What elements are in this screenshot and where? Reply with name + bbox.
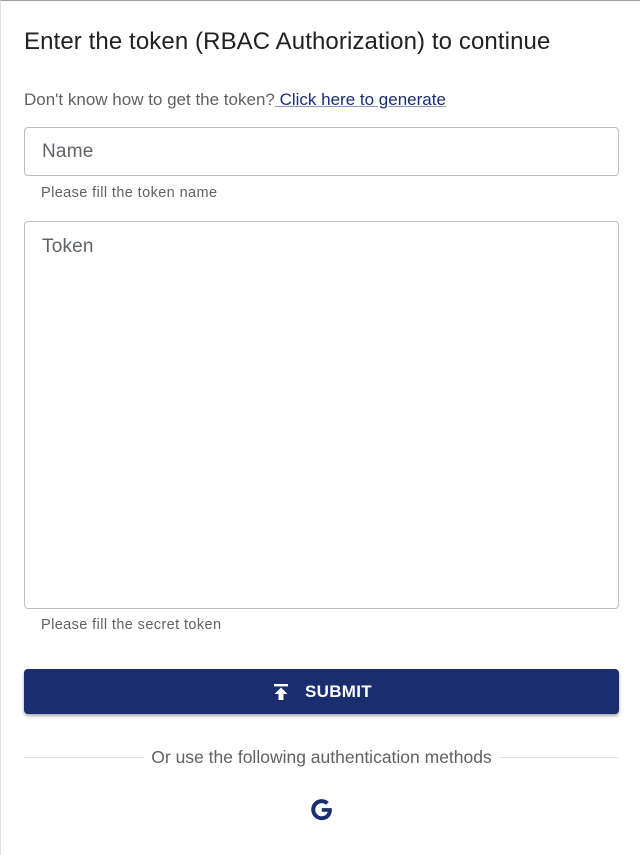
token-helper-text: Please fill the secret token — [41, 617, 222, 633]
help-line: Don't know how to get the token? Click h… — [24, 90, 446, 110]
dialog-title: Enter the token (RBAC Authorization) to … — [24, 28, 551, 55]
google-icon — [310, 798, 332, 820]
name-input[interactable] — [25, 128, 618, 175]
upload-icon — [271, 682, 291, 702]
google-login-button[interactable] — [307, 795, 335, 823]
token-field[interactable] — [24, 221, 619, 609]
submit-button[interactable]: SUBMIT — [24, 669, 619, 714]
submit-label: SUBMIT — [305, 681, 372, 701]
token-auth-dialog: Enter the token (RBAC Authorization) to … — [0, 0, 640, 855]
generate-token-link[interactable]: Click here to generate — [275, 90, 446, 109]
divider-line-right — [498, 756, 620, 758]
divider-text: Or use the following authentication meth… — [151, 746, 492, 767]
divider-line-left — [24, 756, 145, 758]
help-text: Don't know how to get the token? — [24, 90, 275, 109]
name-field[interactable] — [24, 127, 619, 176]
name-helper-text: Please fill the token name — [41, 185, 218, 201]
auth-methods-divider: Or use the following authentication meth… — [24, 745, 620, 769]
token-textarea[interactable] — [25, 222, 618, 608]
